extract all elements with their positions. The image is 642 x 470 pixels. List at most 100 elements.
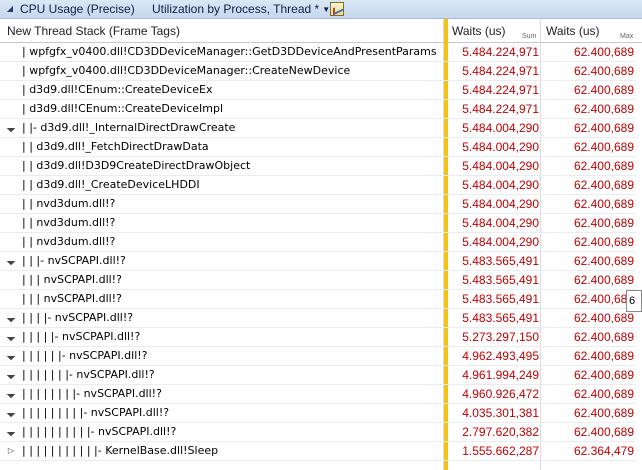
waits-sum-cell: 5.484.224,971 (462, 83, 539, 97)
waits-sum-cell: 5.484.004,290 (462, 159, 539, 173)
waits-max-cell: 62.400,689 (573, 406, 634, 420)
stack-frame-label: | wpfgfx_v0400.dll!CD3DDeviceManager::Cr… (22, 64, 351, 77)
table-row[interactable]: | wpfgfx_v0400.dll!CD3DDeviceManager::Cr… (0, 62, 642, 81)
waits-max-cell: 62.400,689 (573, 83, 634, 97)
expander-placeholder (6, 290, 16, 308)
waits-max-cell: 62.400,689 (573, 349, 634, 363)
table-row[interactable]: | | | nvSCPAPI.dll!? 5.483.565,491 62.400,… (0, 290, 642, 309)
expanded-triangle-icon[interactable]: ◢ (1, 327, 21, 347)
table-row[interactable]: | | d3d9.dll!_CreateDeviceLHDDI 5.484.004… (0, 176, 642, 195)
waits-sum-cell: 5.483.565,491 (462, 273, 539, 287)
waits-max-cell: 62.400,689 (573, 387, 634, 401)
stack-frame-label: | | d3d9.dll!_FetchDirectDrawData (22, 140, 209, 153)
expanded-triangle-icon[interactable]: ◢ (1, 365, 21, 385)
stack-frame-label: | | nvd3dum.dll!? (22, 197, 116, 210)
table-row[interactable]: | wpfgfx_v0400.dll!CD3DDeviceManager::Ge… (0, 43, 642, 62)
waits-max-cell: 62.400,689 (573, 273, 634, 287)
table-row[interactable]: ▷ | | | | | | | | | | |- KernelBase.dll!S… (0, 442, 642, 461)
waits-sum-cell: 5.483.565,491 (462, 254, 539, 268)
expander-placeholder (6, 100, 16, 118)
table-row[interactable]: | | | nvSCPAPI.dll!? 5.483.565,491 62.400,… (0, 271, 642, 290)
expander-placeholder (6, 157, 16, 175)
waits-max-cell: 62.400,689 (573, 121, 634, 135)
expander-placeholder (6, 81, 16, 99)
waits-sum-aggregation: Sum (522, 33, 537, 40)
table-row[interactable]: ◢ | | | |- nvSCPAPI.dll!? 5.483.565,491 62.… (0, 309, 642, 328)
table-row[interactable]: ◢ | | | | | | |- nvSCPAPI.dll!? 4.961.994,… (0, 366, 642, 385)
table-row[interactable]: ◢ | | | | | |- nvSCPAPI.dll!? 4.962.493,49… (0, 347, 642, 366)
waits-sum-cell: 4.960.926,472 (462, 387, 539, 401)
table-row[interactable]: ◢ | | | | | | | | | |- nvSCPAPI.dll!? 2.79… (0, 423, 642, 442)
waits-sum-cell: 4.962.493,495 (462, 349, 539, 363)
column-header-waits-sum[interactable]: Waits (us) (452, 19, 506, 43)
table-row[interactable]: ◢ | |- d3d9.dll!_InternalDirectDrawCreate… (0, 119, 642, 138)
waits-sum-cell: 5.484.004,290 (462, 235, 539, 249)
waits-max-cell: 62.400,689 (573, 178, 634, 192)
waits-max-cell: 62.400,689 (573, 102, 634, 116)
stack-frame-label: | | nvd3dum.dll!? (22, 235, 116, 248)
waits-max-cell: 62.400,689 (573, 254, 634, 268)
graph-title[interactable]: CPU Usage (Precise) (20, 0, 135, 19)
table-row[interactable]: | | d3d9.dll!_FetchDirectDrawData 5.484.0… (0, 138, 642, 157)
stack-frame-label: | | | | | | | | | |- nvSCPAPI.dll!? (22, 425, 177, 438)
stack-frame-label: | | | | | | | |- nvSCPAPI.dll!? (22, 387, 162, 400)
expanded-triangle-icon[interactable]: ◢ (1, 118, 21, 138)
waits-sum-cell: 5.484.004,290 (462, 140, 539, 154)
expanded-triangle-icon[interactable]: ◢ (1, 403, 21, 423)
column-header-waits-max[interactable]: Waits (us) (546, 19, 600, 43)
table-row[interactable]: | | nvd3dum.dll!? 5.484.004,290 62.400,689 (0, 233, 642, 252)
table-row[interactable]: | d3d9.dll!CEnum::CreateDeviceImpl 5.484.… (0, 100, 642, 119)
waits-sum-cell: 5.484.004,290 (462, 216, 539, 230)
stack-frame-label: | | | nvSCPAPI.dll!? (22, 292, 122, 305)
waits-sum-cell: 1.555.662,287 (462, 444, 539, 458)
collapsed-triangle-icon[interactable]: ▷ (6, 442, 16, 460)
expander-placeholder (6, 271, 16, 289)
expander-placeholder (6, 176, 16, 194)
table-row[interactable]: | | nvd3dum.dll!? 5.484.004,290 62.400,689 (0, 195, 642, 214)
stack-frame-label: | | d3d9.dll!D3D9CreateDirectDrawObject (22, 159, 251, 172)
stack-frame-label: | |- d3d9.dll!_InternalDirectDrawCreate (22, 121, 236, 134)
stack-frame-label: | | | | | | |- nvSCPAPI.dll!? (22, 368, 155, 381)
expander-placeholder (6, 62, 16, 80)
expanded-triangle-icon[interactable]: ◢ (1, 346, 21, 366)
stack-frame-label: | wpfgfx_v0400.dll!CD3DDeviceManager::Ge… (22, 45, 437, 58)
waits-max-cell: 62.400,689 (573, 235, 634, 249)
stack-frame-label: | | | nvSCPAPI.dll!? (22, 273, 122, 286)
expanded-triangle-icon[interactable]: ◢ (1, 422, 21, 442)
waits-sum-cell: 5.484.224,971 (462, 102, 539, 116)
stack-frame-label: | | d3d9.dll!_CreateDeviceLHDDI (22, 178, 200, 191)
waits-max-cell: 62.400,689 (573, 45, 634, 59)
dropdown-arrow-icon[interactable]: ▼ (322, 5, 330, 14)
table-row[interactable]: | d3d9.dll!CEnum::CreateDeviceEx 5.484.22… (0, 81, 642, 100)
graph-view-icon[interactable] (330, 2, 344, 16)
waits-max-cell: 62.400,689 (573, 311, 634, 325)
column-header-stack[interactable]: New Thread Stack (Frame Tags) (7, 19, 180, 43)
table-row[interactable]: | | d3d9.dll!D3D9CreateDirectDrawObject 5… (0, 157, 642, 176)
value-tooltip: 6 (626, 290, 642, 312)
waits-max-aggregation: Max (620, 33, 634, 40)
waits-max-cell: 62.400,689 (573, 64, 634, 78)
preset-selector[interactable]: Utilization by Process, Thread * ▼ (152, 0, 330, 19)
collapse-triangle-icon[interactable]: ◢ (4, 2, 16, 16)
waits-sum-cell: 5.484.224,971 (462, 64, 539, 78)
stack-frame-label: | d3d9.dll!CEnum::CreateDeviceEx (22, 83, 213, 96)
stack-frame-label: | | | | | | | | |- nvSCPAPI.dll!? (22, 406, 170, 419)
waits-max-cell: 62.400,689 (573, 197, 634, 211)
waits-max-cell: 62.400,689 (573, 368, 634, 382)
table-row[interactable]: | | nvd3dum.dll!? 5.484.004,290 62.400,689 (0, 214, 642, 233)
scrollbar-edge[interactable] (636, 43, 642, 470)
table-row[interactable]: ◢ | | | | | | | |- nvSCPAPI.dll!? 4.960.92… (0, 385, 642, 404)
waits-max-cell: 62.400,689 (573, 292, 634, 306)
waits-max-label: Waits (us) (546, 24, 600, 38)
waits-sum-cell: 5.483.565,491 (462, 292, 539, 306)
waits-sum-cell: 4.961.994,249 (462, 368, 539, 382)
table-row[interactable]: ◢ | | |- nvSCPAPI.dll!? 5.483.565,491 62.40… (0, 252, 642, 271)
expanded-triangle-icon[interactable]: ◢ (1, 384, 21, 404)
waits-max-cell: 62.400,689 (573, 140, 634, 154)
expanded-triangle-icon[interactable]: ◢ (1, 251, 21, 271)
expanded-triangle-icon[interactable]: ◢ (1, 308, 21, 328)
table-row[interactable]: ◢ | | | | | | | | |- nvSCPAPI.dll!? 4.035.… (0, 404, 642, 423)
table-row[interactable]: ◢ | | | | |- nvSCPAPI.dll!? 5.273.297,150 6… (0, 328, 642, 347)
waits-max-cell: 62.400,689 (573, 159, 634, 173)
stack-frame-label: | | |- nvSCPAPI.dll!? (22, 254, 126, 267)
